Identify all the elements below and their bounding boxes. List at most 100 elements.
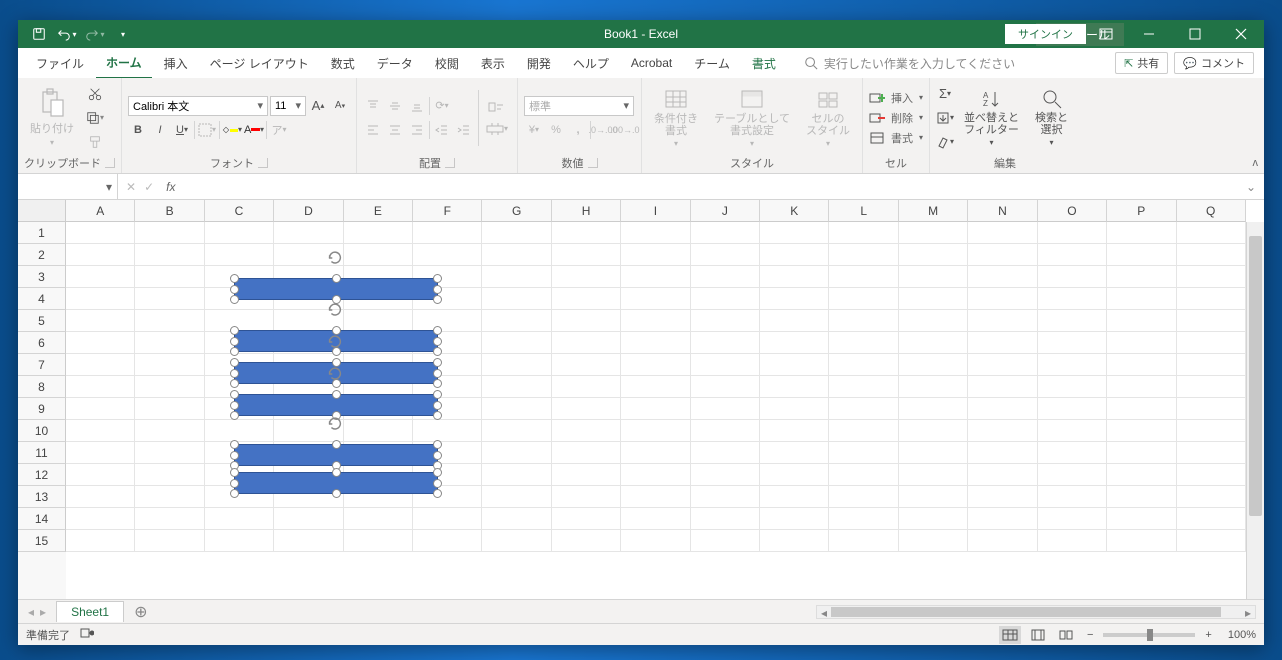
cancel-formula-icon[interactable]: ✕ <box>126 180 136 194</box>
shape-rectangle-1[interactable] <box>234 278 438 300</box>
collapse-ribbon-icon[interactable]: ʌ <box>1253 157 1259 169</box>
name-box[interactable]: ▾ <box>18 174 118 199</box>
shape-rectangle-5[interactable] <box>234 444 438 466</box>
fill-icon[interactable]: ▾ <box>936 108 954 128</box>
row-header[interactable]: 1 <box>18 222 66 244</box>
format-painter-icon[interactable] <box>84 131 106 153</box>
col-header[interactable]: J <box>691 200 760 222</box>
resize-handle[interactable] <box>433 379 442 388</box>
font-name-combo[interactable]: ▾ <box>128 96 268 116</box>
col-header[interactable]: O <box>1038 200 1107 222</box>
row-header[interactable]: 6 <box>18 332 66 354</box>
page-layout-view-icon[interactable] <box>1027 626 1049 644</box>
accounting-format-icon[interactable]: ¥▾ <box>524 120 544 140</box>
paste-button[interactable]: 貼り付け▾ <box>24 86 80 149</box>
resize-handle[interactable] <box>230 401 239 410</box>
horizontal-scrollbar[interactable]: ◂ ▸ <box>816 605 1256 619</box>
resize-handle[interactable] <box>433 411 442 420</box>
format-as-table-button[interactable]: テーブルとして 書式設定▾ <box>708 85 796 150</box>
percent-icon[interactable]: % <box>546 120 566 140</box>
resize-handle[interactable] <box>433 401 442 410</box>
rotate-handle-icon[interactable] <box>326 333 346 353</box>
font-launcher[interactable] <box>258 158 268 168</box>
decrease-decimal-icon[interactable]: .00→.0 <box>615 120 635 140</box>
col-header[interactable]: L <box>829 200 898 222</box>
row-header[interactable]: 13 <box>18 486 66 508</box>
vertical-scrollbar[interactable] <box>1246 222 1264 599</box>
align-top-icon[interactable] <box>363 96 383 116</box>
resize-handle[interactable] <box>433 358 442 367</box>
comma-icon[interactable]: , <box>568 120 588 140</box>
decrease-indent-icon[interactable] <box>432 120 452 140</box>
conditional-formatting-button[interactable]: 条件付き 書式▾ <box>648 85 704 150</box>
resize-handle[interactable] <box>433 347 442 356</box>
resize-handle[interactable] <box>433 468 442 477</box>
resize-handle[interactable] <box>332 390 341 399</box>
zoom-in-icon[interactable]: + <box>1201 629 1215 641</box>
col-header[interactable]: P <box>1107 200 1176 222</box>
tab-file[interactable]: ファイル <box>26 49 94 78</box>
autosum-icon[interactable]: Σ ▾ <box>936 84 954 104</box>
signin-button[interactable]: サインイン <box>1005 24 1086 44</box>
merge-button[interactable]: ▾ <box>483 119 511 139</box>
resize-handle[interactable] <box>230 489 239 498</box>
delete-cells-button[interactable]: 削除▾ <box>869 110 923 126</box>
save-icon[interactable] <box>26 22 52 46</box>
close-icon[interactable] <box>1218 20 1264 48</box>
col-header[interactable]: D <box>274 200 343 222</box>
select-all-corner[interactable] <box>18 200 66 222</box>
col-header[interactable]: G <box>482 200 551 222</box>
zoom-level[interactable]: 100% <box>1222 629 1256 641</box>
resize-handle[interactable] <box>230 358 239 367</box>
qat-customize-icon[interactable]: ▾ <box>110 22 136 46</box>
resize-handle[interactable] <box>230 347 239 356</box>
col-header[interactable]: C <box>205 200 274 222</box>
resize-handle[interactable] <box>433 489 442 498</box>
resize-handle[interactable] <box>433 369 442 378</box>
add-sheet-icon[interactable]: ⊕ <box>124 602 157 622</box>
wrap-text-icon[interactable] <box>483 97 511 117</box>
resize-handle[interactable] <box>230 285 239 294</box>
row-header[interactable]: 11 <box>18 442 66 464</box>
find-select-button[interactable]: 検索と 選択▾ <box>1029 86 1074 149</box>
maximize-icon[interactable] <box>1172 20 1218 48</box>
font-size-combo[interactable]: ▾ <box>270 96 306 116</box>
number-format-combo[interactable]: 標準▾ <box>524 96 634 116</box>
tell-me-search[interactable]: 実行したい作業を入力してください <box>804 55 1015 72</box>
rotate-handle-icon[interactable] <box>326 365 346 385</box>
number-launcher[interactable] <box>588 158 598 168</box>
cell-styles-button[interactable]: セルの スタイル▾ <box>800 85 856 150</box>
resize-handle[interactable] <box>433 390 442 399</box>
alignment-launcher[interactable] <box>445 158 455 168</box>
redo-icon[interactable]: ▾ <box>82 22 108 46</box>
resize-handle[interactable] <box>230 379 239 388</box>
worksheet-grid[interactable]: ABCDEFGHIJKLMNOPQ 123456789101112131415 <box>18 200 1264 599</box>
tab-insert[interactable]: 挿入 <box>154 49 198 78</box>
row-header[interactable]: 12 <box>18 464 66 486</box>
col-header[interactable]: B <box>135 200 204 222</box>
resize-handle[interactable] <box>332 489 341 498</box>
row-header[interactable]: 8 <box>18 376 66 398</box>
row-header[interactable]: 2 <box>18 244 66 266</box>
tab-pagelayout[interactable]: ページ レイアウト <box>200 49 319 78</box>
resize-handle[interactable] <box>230 369 239 378</box>
tab-acrobat[interactable]: Acrobat <box>621 50 682 76</box>
rotate-handle-icon[interactable] <box>326 415 346 435</box>
format-cells-button[interactable]: 書式▾ <box>869 130 923 146</box>
col-header[interactable]: K <box>760 200 829 222</box>
resize-handle[interactable] <box>230 440 239 449</box>
col-header[interactable]: A <box>66 200 135 222</box>
tab-help[interactable]: ヘルプ <box>563 49 619 78</box>
clear-icon[interactable]: ▾ <box>936 132 954 152</box>
resize-handle[interactable] <box>332 468 341 477</box>
fill-color-button[interactable]: ▾ <box>222 120 242 140</box>
align-bottom-icon[interactable] <box>407 96 427 116</box>
row-header[interactable]: 10 <box>18 420 66 442</box>
sheet-tab[interactable]: Sheet1 <box>56 601 124 622</box>
tab-data[interactable]: データ <box>367 49 423 78</box>
row-header[interactable]: 15 <box>18 530 66 552</box>
align-left-icon[interactable] <box>363 120 383 140</box>
font-color-button[interactable]: A▾ <box>244 120 264 140</box>
tab-view[interactable]: 表示 <box>471 49 515 78</box>
col-header[interactable]: Q <box>1177 200 1246 222</box>
